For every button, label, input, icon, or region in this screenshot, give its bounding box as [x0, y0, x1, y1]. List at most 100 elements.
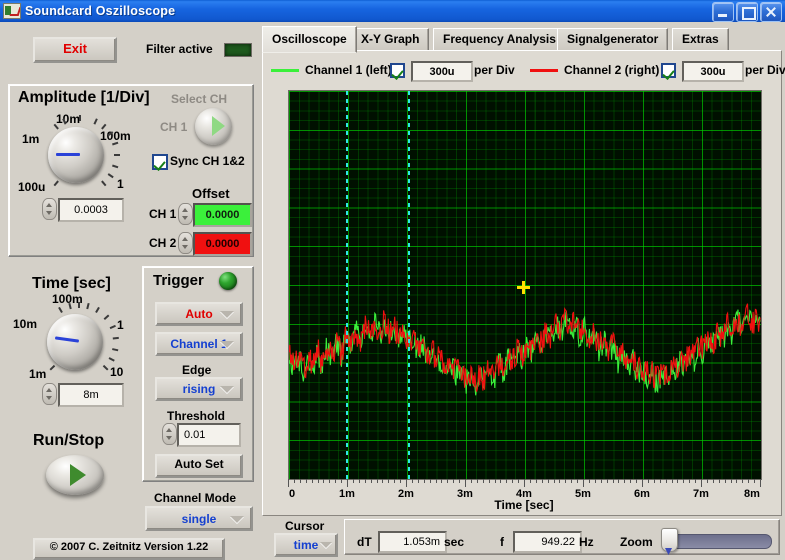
axis-tick	[724, 479, 726, 483]
channel2-per-div-field[interactable]: 300u	[682, 61, 744, 82]
channel1-enable-checkbox[interactable]	[390, 63, 405, 78]
axis-tick	[600, 479, 602, 483]
offset-ch2-stepper[interactable]	[178, 232, 193, 254]
waveform-plot[interactable]	[288, 90, 762, 480]
trigger-mode-select[interactable]: Auto	[155, 302, 243, 326]
axis-tick	[583, 479, 584, 487]
select-ch-knob[interactable]	[195, 108, 232, 145]
axis-tick	[518, 479, 520, 483]
cursor-line-2[interactable]	[408, 91, 410, 479]
tab-xy-graph[interactable]: X-Y Graph	[351, 28, 430, 51]
axis-tick	[524, 479, 525, 487]
axis-tick	[547, 479, 549, 483]
auto-set-button[interactable]: Auto Set	[155, 454, 243, 478]
axis-tick	[559, 479, 561, 483]
amp-knob-label-100u: 100u	[18, 180, 46, 194]
tab-strip: Oscilloscope X-Y Graph Frequency Analysi…	[262, 26, 780, 53]
axis-tick	[335, 479, 337, 483]
axis-tick	[494, 479, 496, 483]
axis-tick	[736, 479, 738, 483]
cursor-line-1[interactable]	[346, 91, 348, 479]
trigger-edge-value: rising	[182, 382, 216, 396]
axis-tick	[447, 479, 449, 483]
time-title: Time [sec]	[32, 275, 111, 292]
dt-label: dT	[357, 535, 372, 549]
channel2-enable-checkbox[interactable]	[661, 63, 676, 78]
amplitude-stepper[interactable]	[42, 198, 57, 220]
axis-tick	[594, 479, 596, 483]
axis-tick	[299, 479, 301, 483]
axis-tick	[624, 479, 626, 483]
axis-tick	[341, 479, 343, 483]
amplitude-knob[interactable]	[48, 127, 104, 183]
axis-tick	[647, 479, 649, 483]
axis-tick	[529, 479, 531, 483]
axis-tick	[701, 479, 702, 487]
axis-tick	[482, 479, 484, 483]
zoom-slider-track[interactable]	[664, 534, 772, 549]
axis-tick	[358, 479, 360, 483]
dt-value-field[interactable]: 1.053m	[378, 531, 447, 553]
cursor-marker[interactable]	[517, 281, 530, 294]
axis-tick	[311, 479, 313, 483]
trigger-source-select[interactable]: Channel 1	[155, 332, 243, 356]
axis-tick	[618, 479, 620, 483]
threshold-field[interactable]: 0.01	[177, 423, 241, 447]
close-icon[interactable]	[760, 2, 782, 22]
amplitude-value-field[interactable]: 0.0003	[58, 198, 124, 222]
maximize-icon[interactable]	[736, 2, 758, 22]
run-stop-button[interactable]	[46, 455, 104, 495]
axis-tick	[659, 479, 661, 483]
trigger-edge-select[interactable]: rising	[155, 377, 243, 401]
axis-tick	[388, 479, 390, 483]
tab-frequency-analysis[interactable]: Frequency Analysis	[433, 28, 566, 51]
window-controls	[712, 2, 782, 22]
sync-ch-checkbox[interactable]	[152, 154, 168, 170]
tab-oscilloscope[interactable]: Oscilloscope	[262, 26, 357, 53]
offset-ch1-stepper[interactable]	[178, 203, 193, 225]
axis-tick	[683, 479, 685, 483]
axis-tick	[541, 479, 543, 483]
axis-tick	[470, 479, 472, 483]
chevron-down-icon	[220, 341, 234, 348]
zoom-slider-thumb[interactable]	[661, 528, 678, 552]
axis-tick	[459, 479, 461, 483]
axis-tick	[706, 479, 708, 483]
axis-tick	[305, 479, 307, 483]
trigger-mode-value: Auto	[185, 307, 213, 321]
exit-button[interactable]: Exit	[33, 37, 117, 63]
frequency-value-field[interactable]: 949.22	[513, 531, 582, 553]
channel1-per-div-field[interactable]: 300u	[411, 61, 473, 82]
dt-unit-label: sec	[444, 535, 465, 549]
axis-tick	[630, 479, 632, 483]
cursor-mode-select[interactable]: time	[274, 533, 338, 557]
chevron-down-icon	[220, 386, 234, 393]
offset-ch2-field[interactable]: 0.0000	[193, 232, 252, 256]
x-axis: 0 1m 2m 3m 4m 5m 6m 7m 8m	[288, 479, 761, 500]
axis-tick	[465, 479, 466, 487]
cursor-mode-value: time	[293, 538, 319, 552]
axis-tick	[429, 479, 431, 483]
threshold-stepper[interactable]	[162, 423, 177, 445]
axis-tick	[293, 479, 295, 483]
select-ch-label: Select CH	[171, 92, 228, 106]
axis-tick	[329, 479, 331, 483]
time-stepper[interactable]	[42, 383, 57, 405]
time-value-field[interactable]: 8m	[58, 383, 124, 407]
axis-tick	[565, 479, 567, 483]
axis-tick	[512, 479, 514, 483]
offset-ch1-field[interactable]: 0.0000	[193, 203, 252, 227]
minimize-icon[interactable]	[712, 2, 734, 22]
run-stop-title: Run/Stop	[33, 432, 105, 449]
axis-tick	[588, 479, 590, 483]
tab-signalgenerator[interactable]: Signalgenerator	[557, 28, 669, 51]
channel-mode-select[interactable]: single	[145, 506, 253, 531]
amp-knob-label-1: 1	[117, 177, 124, 191]
axis-tick	[364, 479, 366, 483]
time-knob[interactable]	[47, 314, 103, 370]
scope-icon	[3, 3, 21, 19]
channel2-color-swatch	[530, 69, 558, 72]
trigger-edge-title: Edge	[182, 363, 212, 377]
tab-extras[interactable]: Extras	[672, 28, 729, 51]
axis-tick	[453, 479, 455, 483]
